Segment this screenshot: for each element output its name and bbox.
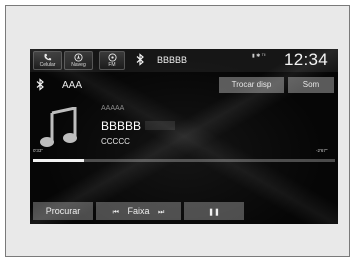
sound-button[interactable]: Som xyxy=(288,77,334,93)
clock: 12:34 xyxy=(284,50,329,69)
bluetooth-icon xyxy=(136,53,144,66)
title-overflow xyxy=(145,121,175,130)
audio-source-label: BBBBB xyxy=(157,55,188,65)
elapsed-time: 0'33" xyxy=(33,148,43,153)
phone-button[interactable]: Celular xyxy=(33,51,62,70)
progress-fill xyxy=(33,159,85,162)
bluetooth-icon xyxy=(36,78,44,91)
phone-label: Celular xyxy=(39,62,56,68)
status-icons: ▮ ✱ ᵀˡˡ xyxy=(252,53,266,59)
remaining-time: -2'67" xyxy=(316,148,328,153)
radio-icon xyxy=(107,53,117,62)
top-bar: Celular Naveg FM BBBBB ▮ ✱ ᵀˡˡ 12:34 xyxy=(30,49,338,72)
navigation-button[interactable]: Naveg xyxy=(64,51,93,70)
device-name: AAA xyxy=(62,80,83,91)
fm-label: FM xyxy=(108,62,116,68)
progress-bar[interactable] xyxy=(33,159,335,162)
audio-screen: Celular Naveg FM BBBBB ▮ ✱ ᵀˡˡ 12:34 AAA xyxy=(30,49,338,224)
switch-device-button[interactable]: Trocar disp xyxy=(219,77,284,93)
next-track-icon[interactable]: ⏭ xyxy=(158,209,164,216)
artist-name: CCCCC xyxy=(101,137,130,146)
fm-button[interactable]: FM xyxy=(99,51,125,70)
album-name: AAAAA xyxy=(101,105,125,112)
device-row: AAA Trocar disp Som xyxy=(30,76,338,95)
music-note-icon xyxy=(40,107,77,147)
previous-track-icon[interactable]: ⏮ xyxy=(113,209,119,216)
search-button[interactable]: Procurar xyxy=(33,202,93,220)
navigation-label: Naveg xyxy=(71,62,86,68)
pause-button[interactable]: ❚❚ xyxy=(184,202,244,220)
pause-icon: ❚❚ xyxy=(208,209,220,216)
phone-icon xyxy=(44,53,52,61)
track-title: BBBBB xyxy=(101,119,142,133)
track-label: Faixa xyxy=(127,206,150,216)
navigation-icon xyxy=(74,53,83,62)
track-button[interactable]: ⏮ Faixa ⏭ xyxy=(96,202,181,220)
